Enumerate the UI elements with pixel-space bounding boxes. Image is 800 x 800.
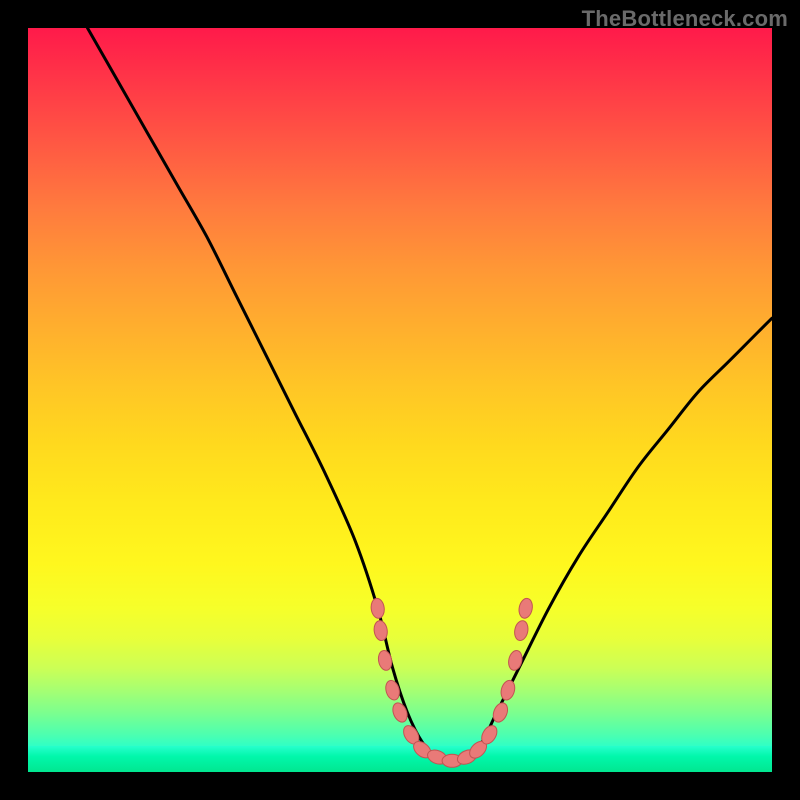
curve-marker bbox=[517, 597, 534, 619]
chart-stage: TheBottleneck.com bbox=[0, 0, 800, 800]
curve-markers bbox=[370, 597, 534, 767]
curve-marker bbox=[370, 598, 386, 620]
curve-marker bbox=[499, 679, 517, 702]
bottleneck-curve-line bbox=[88, 28, 773, 761]
curve-marker bbox=[377, 649, 394, 671]
curve-marker bbox=[384, 679, 402, 702]
curve-marker bbox=[390, 701, 410, 724]
curve-marker bbox=[513, 620, 530, 642]
plot-area bbox=[28, 28, 772, 772]
bottleneck-curve-svg bbox=[28, 28, 772, 772]
curve-marker bbox=[507, 649, 524, 671]
